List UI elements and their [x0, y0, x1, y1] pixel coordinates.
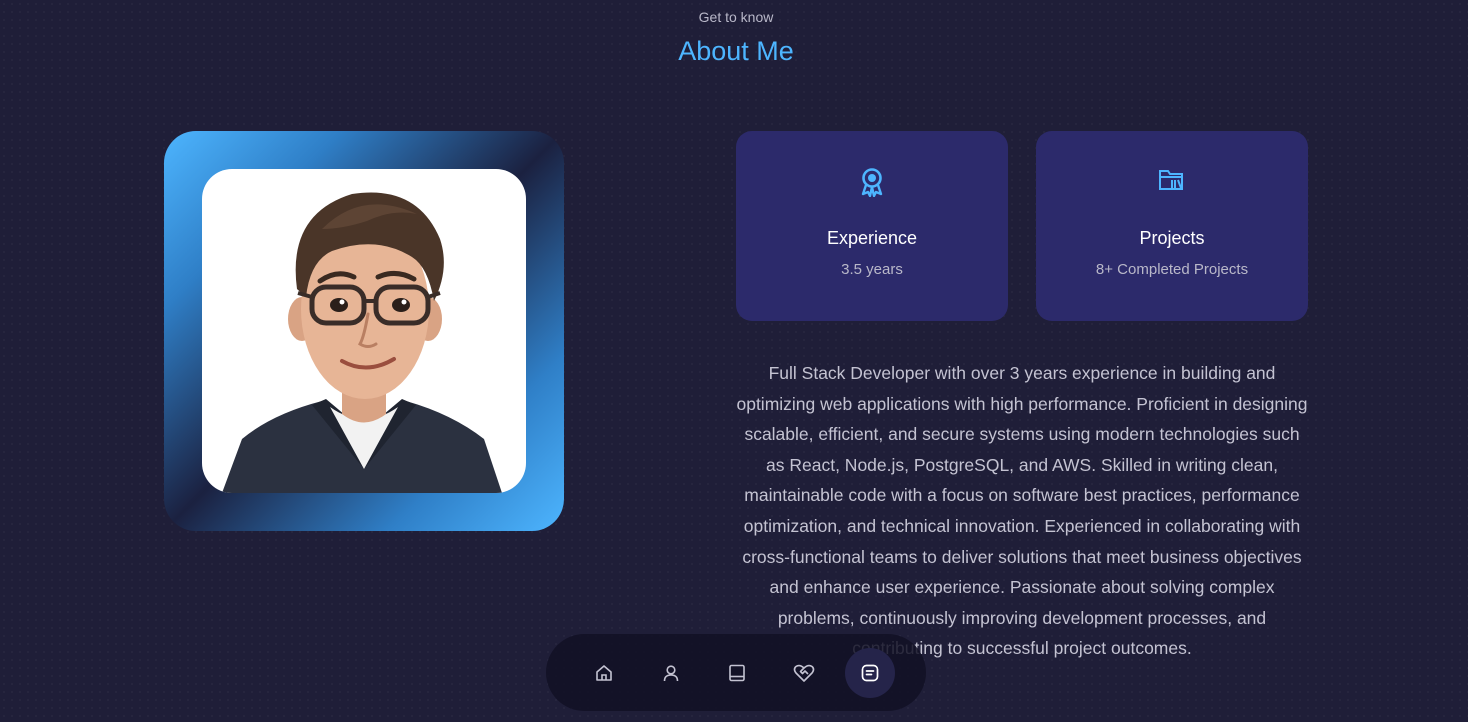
- heart-handshake-icon: [793, 664, 814, 682]
- card-value: 8+ Completed Projects: [1095, 261, 1249, 278]
- nav-home[interactable]: [579, 648, 629, 698]
- avatar-illustration: [222, 192, 502, 493]
- section-title: About Me: [678, 36, 794, 66]
- user-icon: [663, 664, 678, 681]
- projects-card: Projects 8+ Completed Projects: [1036, 131, 1308, 321]
- nav-experience[interactable]: [712, 648, 762, 698]
- section-subtitle: Get to know: [698, 9, 774, 25]
- experience-card: Experience 3.5 years: [736, 131, 1008, 321]
- avatar: [202, 169, 526, 493]
- card-value: 3.5 years: [841, 261, 903, 278]
- about-description: Full Stack Developer with over 3 years e…: [736, 363, 1308, 659]
- card-title: Projects: [1139, 228, 1205, 248]
- projects-folder-icon: [1159, 170, 1183, 190]
- portrait-frame: [164, 131, 564, 531]
- card-title: Experience: [826, 228, 918, 248]
- home-icon: [596, 664, 612, 681]
- bottom-nav: [546, 634, 926, 711]
- nav-about[interactable]: [646, 648, 696, 698]
- nav-contact[interactable]: [845, 647, 895, 698]
- book-icon: [729, 664, 745, 681]
- award-icon: [861, 168, 883, 197]
- message-icon: [861, 664, 879, 681]
- nav-services[interactable]: [779, 648, 829, 698]
